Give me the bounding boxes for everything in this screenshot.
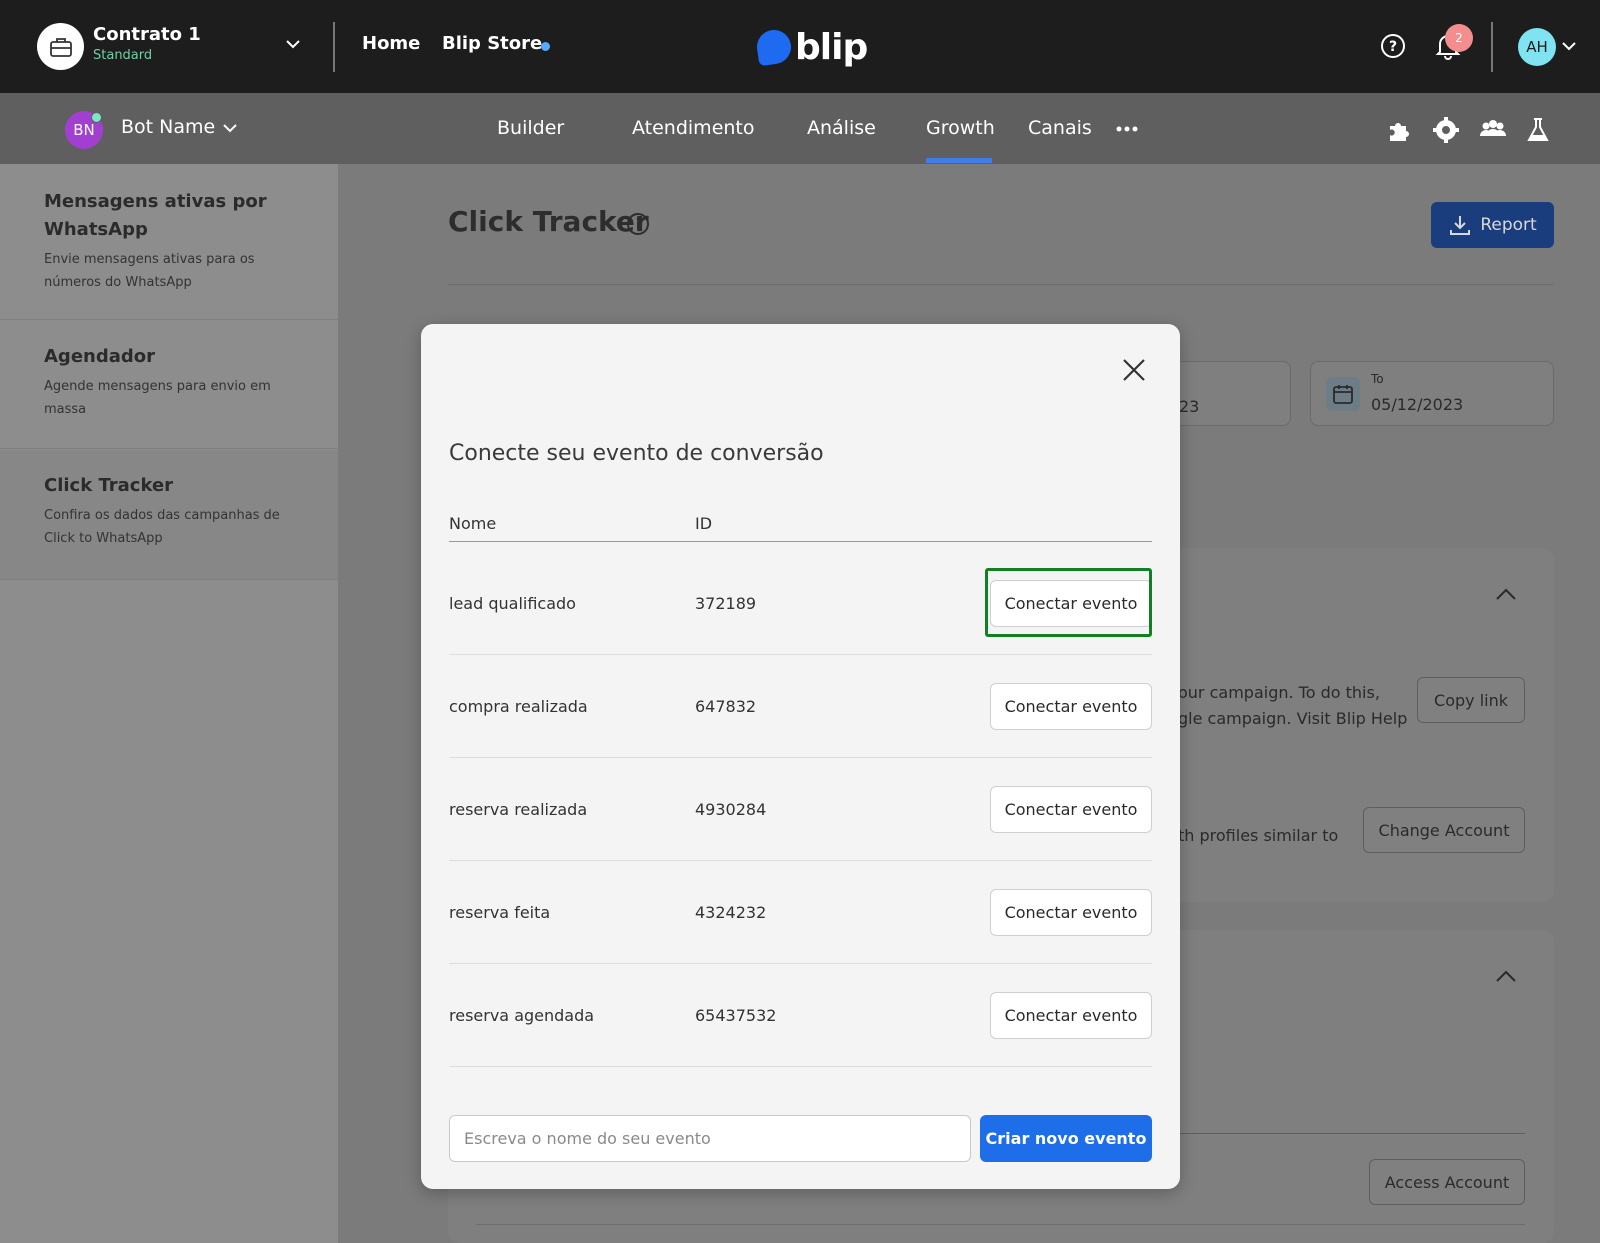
event-id: 4324232	[695, 903, 767, 922]
bot-name[interactable]: Bot Name	[121, 116, 215, 138]
card-description-line: th profiles similar to	[1178, 826, 1339, 845]
row-divider	[449, 757, 1152, 758]
event-name-input[interactable]	[449, 1115, 971, 1162]
tab-atendimento[interactable]: Atendimento	[632, 117, 755, 139]
event-id: 65437532	[695, 1006, 777, 1025]
sidebar-item-desc: Confira os dados das campanhas de Click …	[44, 508, 280, 546]
nav-blip-store-link[interactable]: Blip Store	[442, 33, 542, 54]
logo-text: blip	[795, 26, 868, 68]
column-header-name: Nome	[449, 514, 497, 533]
divider	[333, 22, 335, 72]
connect-event-button[interactable]: Conectar evento	[990, 683, 1152, 730]
selection-highlight	[985, 568, 1152, 637]
download-icon	[1450, 216, 1471, 235]
briefcase-icon[interactable]	[37, 23, 84, 70]
sidebar-item-mensagens-ativas[interactable]: Mensagens ativas por WhatsApp Envie mens…	[0, 164, 338, 320]
bot-navigation-bar	[0, 93, 1600, 164]
divider	[1491, 22, 1493, 72]
info-icon[interactable]	[626, 212, 650, 236]
event-name: reserva agendada	[449, 1006, 595, 1025]
sidebar-item-desc: Envie mensagens ativas para os números d…	[44, 252, 255, 290]
puzzle-icon[interactable]	[1385, 116, 1413, 144]
logo-bubble-icon	[754, 27, 794, 67]
active-tab-indicator	[926, 158, 992, 163]
connect-event-button[interactable]: Conectar evento	[990, 889, 1152, 936]
help-icon[interactable]: ?	[1380, 33, 1406, 59]
sidebar: Mensagens ativas por WhatsApp Envie mens…	[0, 164, 338, 1243]
page-title: Click Tracker	[448, 205, 649, 238]
connect-event-button[interactable]: Conectar evento	[990, 992, 1152, 1039]
date-from-value: 23	[1179, 397, 1200, 416]
row-divider	[449, 860, 1152, 861]
event-name: reserva realizada	[449, 800, 588, 819]
sidebar-item-title: Click Tracker	[44, 475, 174, 496]
tab-canais[interactable]: Canais	[1028, 117, 1092, 139]
calendar-icon	[1326, 377, 1360, 411]
sidebar-item-agendador[interactable]: Agendador Agende mensagens para envio em…	[0, 321, 338, 449]
chevron-up-icon[interactable]	[1495, 587, 1517, 601]
date-to-value: 05/12/2023	[1371, 395, 1464, 414]
create-event-button[interactable]: Criar novo evento	[980, 1115, 1152, 1162]
card-description-line: gle campaign. Visit Blip Help	[1178, 709, 1408, 728]
blip-logo[interactable]: blip	[754, 24, 868, 70]
row-divider	[449, 1066, 1152, 1067]
new-indicator-dot	[541, 42, 550, 51]
tab-builder[interactable]: Builder	[497, 117, 564, 139]
divider	[476, 1224, 1525, 1225]
access-account-button[interactable]: Access Account	[1369, 1159, 1525, 1205]
sidebar-item-title: Agendador	[44, 346, 155, 367]
report-label: Report	[1480, 215, 1537, 235]
copy-link-button[interactable]: Copy link	[1417, 677, 1525, 723]
row-divider	[449, 654, 1152, 655]
chevron-down-icon[interactable]	[285, 38, 301, 50]
team-icon[interactable]	[1478, 116, 1508, 144]
tab-growth[interactable]: Growth	[926, 117, 995, 139]
user-avatar[interactable]: AH	[1518, 28, 1556, 66]
event-id: 647832	[695, 697, 757, 716]
sidebar-item-desc: Agende mensagens para envio em massa	[44, 379, 271, 417]
event-name: lead qualificado	[449, 594, 576, 613]
header-divider	[449, 541, 1152, 542]
tab-analise[interactable]: Análise	[807, 117, 876, 139]
svg-text:?: ?	[1389, 39, 1397, 55]
nav-home-link[interactable]: Home	[362, 33, 420, 54]
chevron-up-icon[interactable]	[1495, 969, 1517, 983]
date-to-label: To	[1371, 372, 1384, 386]
report-button[interactable]: Report	[1431, 202, 1554, 248]
chevron-down-icon[interactable]	[222, 122, 238, 134]
modal-title: Conecte seu evento de conversão	[449, 441, 824, 466]
change-account-button[interactable]: Change Account	[1363, 807, 1525, 853]
divider	[448, 284, 1554, 285]
contract-plan: Standard	[93, 48, 153, 63]
event-id: 4930284	[695, 800, 767, 819]
chevron-down-icon[interactable]	[1562, 41, 1576, 51]
gear-icon[interactable]	[1432, 116, 1460, 144]
event-name: reserva feita	[449, 903, 551, 922]
event-id: 372189	[695, 594, 757, 613]
notification-badge: 2	[1445, 24, 1473, 52]
contract-title[interactable]: Contrato 1	[93, 24, 201, 45]
event-name: compra realizada	[449, 697, 588, 716]
sidebar-item-title: Mensagens ativas por WhatsApp	[44, 191, 267, 240]
flask-icon[interactable]	[1526, 116, 1550, 144]
card-description-line: our campaign. To do this,	[1178, 683, 1380, 702]
more-options-icon[interactable]	[1116, 125, 1138, 133]
connect-event-button[interactable]: Conectar evento	[990, 786, 1152, 833]
row-divider	[449, 963, 1152, 964]
online-status-dot	[91, 112, 102, 123]
column-header-id: ID	[695, 514, 713, 533]
close-icon[interactable]	[1121, 357, 1147, 383]
sidebar-item-click-tracker[interactable]: Click Tracker Confira os dados das campa…	[0, 450, 338, 580]
